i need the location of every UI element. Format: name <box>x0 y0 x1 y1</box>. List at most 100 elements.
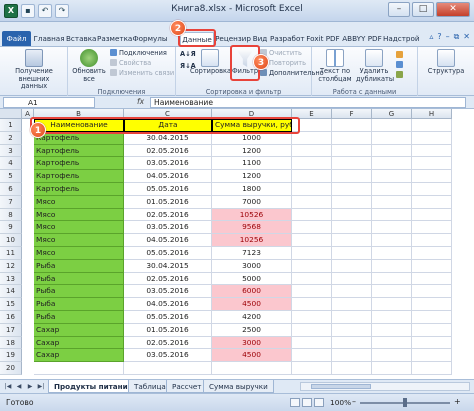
empty-cell[interactable] <box>292 362 332 375</box>
table-cell[interactable]: 1800 <box>212 183 292 196</box>
empty-cell[interactable] <box>412 362 452 375</box>
table-cell[interactable]: Сахар <box>34 336 124 350</box>
row-header[interactable]: 13 <box>0 272 22 286</box>
row-header[interactable]: 20 <box>0 362 22 375</box>
table-cell[interactable]: Рыба <box>34 285 124 299</box>
empty-cell[interactable] <box>332 349 372 363</box>
first-sheet-icon[interactable]: |◀ <box>3 382 13 392</box>
empty-cell[interactable] <box>332 311 372 324</box>
empty-cell[interactable] <box>332 247 372 260</box>
empty-cell[interactable] <box>332 272 372 286</box>
empty-cell[interactable] <box>292 221 332 235</box>
empty-cell[interactable] <box>332 234 372 247</box>
empty-cell[interactable] <box>372 170 412 183</box>
empty-cell[interactable] <box>412 195 452 209</box>
table-cell[interactable]: 03.05.2016 <box>124 221 212 235</box>
table-cell[interactable]: 02.05.2016 <box>124 208 212 222</box>
select-all-corner[interactable] <box>0 109 22 119</box>
table-cell[interactable]: 04.05.2016 <box>124 234 212 247</box>
table-cell[interactable]: Мясо <box>34 195 124 209</box>
tab-page-layout[interactable]: Разметка <box>97 32 132 46</box>
table-cell[interactable]: 04.05.2016 <box>124 298 212 311</box>
zoom-out-icon[interactable]: – <box>352 397 356 406</box>
empty-cell[interactable] <box>412 144 452 158</box>
row-header[interactable]: 11 <box>0 247 22 260</box>
empty-cell[interactable] <box>292 170 332 183</box>
refresh-all-button[interactable]: Обновить все <box>72 49 106 83</box>
tab-foxit-pdf[interactable]: Foxit PDF <box>305 32 341 46</box>
zoom-level[interactable]: 100% <box>330 398 351 407</box>
empty-cell[interactable] <box>372 311 412 324</box>
empty-cell[interactable] <box>412 221 452 235</box>
table-cell[interactable]: Мясо <box>34 234 124 247</box>
table-cell[interactable]: 4500 <box>212 349 292 363</box>
empty-cell[interactable] <box>332 144 372 158</box>
empty-cell[interactable] <box>372 349 412 363</box>
table-cell[interactable]: Картофель <box>34 183 124 196</box>
empty-cell[interactable] <box>292 234 332 247</box>
empty-cell[interactable] <box>412 131 452 145</box>
empty-cell[interactable] <box>412 323 452 337</box>
empty-cell[interactable] <box>332 208 372 222</box>
row-header[interactable]: 8 <box>0 208 22 222</box>
empty-cell[interactable] <box>332 170 372 183</box>
empty-cell[interactable] <box>412 157 452 171</box>
table-cell[interactable]: 03.05.2016 <box>124 157 212 171</box>
table-cell[interactable]: 1200 <box>212 170 292 183</box>
empty-cell[interactable] <box>412 298 452 311</box>
row-header[interactable]: 17 <box>0 323 22 337</box>
data-validation-icon[interactable] <box>396 51 405 60</box>
empty-cell[interactable] <box>34 362 124 375</box>
table-cell[interactable]: 02.05.2016 <box>124 272 212 286</box>
empty-cell[interactable] <box>412 234 452 247</box>
tab-abbyy-pdf[interactable]: ABBYY PDF <box>342 32 382 46</box>
table-cell[interactable]: Картофель <box>34 144 124 158</box>
formula-input[interactable]: Наименование <box>150 97 466 108</box>
tab-formulas[interactable]: Формулы <box>132 32 168 46</box>
empty-cell[interactable] <box>372 157 412 171</box>
sort-button[interactable]: Сортировка <box>190 49 231 76</box>
sheet-tab-revenue[interactable]: Сумма выручки <box>203 380 274 393</box>
empty-cell[interactable] <box>372 131 412 145</box>
table-cell[interactable]: 9568 <box>212 221 292 235</box>
empty-cell[interactable] <box>332 183 372 196</box>
empty-cell[interactable] <box>372 323 412 337</box>
connections-button[interactable]: Подключения <box>110 49 167 58</box>
empty-cell[interactable] <box>332 336 372 350</box>
empty-cell[interactable] <box>372 272 412 286</box>
empty-cell[interactable] <box>372 119 412 132</box>
empty-cell[interactable] <box>292 285 332 299</box>
table-cell[interactable]: 01.05.2016 <box>124 195 212 209</box>
column-header-f[interactable]: F <box>332 109 372 119</box>
table-cell[interactable]: Мясо <box>34 208 124 222</box>
table-cell[interactable]: Рыба <box>34 298 124 311</box>
row-header[interactable]: 7 <box>0 195 22 209</box>
window-minimize-icon[interactable]: – <box>446 32 450 42</box>
empty-cell[interactable] <box>412 247 452 260</box>
fx-icon[interactable]: fx <box>137 97 144 106</box>
next-sheet-icon[interactable]: ▶ <box>25 382 35 392</box>
empty-cell[interactable] <box>372 298 412 311</box>
empty-cell[interactable] <box>372 234 412 247</box>
empty-cell[interactable] <box>292 144 332 158</box>
empty-cell[interactable] <box>292 311 332 324</box>
table-cell[interactable]: Сахар <box>34 323 124 337</box>
row-header[interactable]: 15 <box>0 298 22 311</box>
horizontal-scrollbar[interactable] <box>300 382 470 391</box>
empty-cell[interactable] <box>292 336 332 350</box>
maximize-button[interactable]: □ <box>412 2 434 17</box>
row-header[interactable]: 16 <box>0 311 22 324</box>
table-cell[interactable]: 2500 <box>212 323 292 337</box>
table-cell[interactable]: 6000 <box>212 285 292 299</box>
empty-cell[interactable] <box>412 183 452 196</box>
empty-cell[interactable] <box>412 349 452 363</box>
last-sheet-icon[interactable]: ▶| <box>36 382 46 392</box>
table-cell[interactable]: 1100 <box>212 157 292 171</box>
empty-cell[interactable] <box>412 285 452 299</box>
row-header[interactable]: 1 <box>0 119 22 132</box>
row-header[interactable]: 18 <box>0 336 22 350</box>
empty-cell[interactable] <box>372 362 412 375</box>
empty-cell[interactable] <box>124 362 212 375</box>
row-header[interactable]: 14 <box>0 285 22 299</box>
table-cell[interactable]: 4500 <box>212 298 292 311</box>
